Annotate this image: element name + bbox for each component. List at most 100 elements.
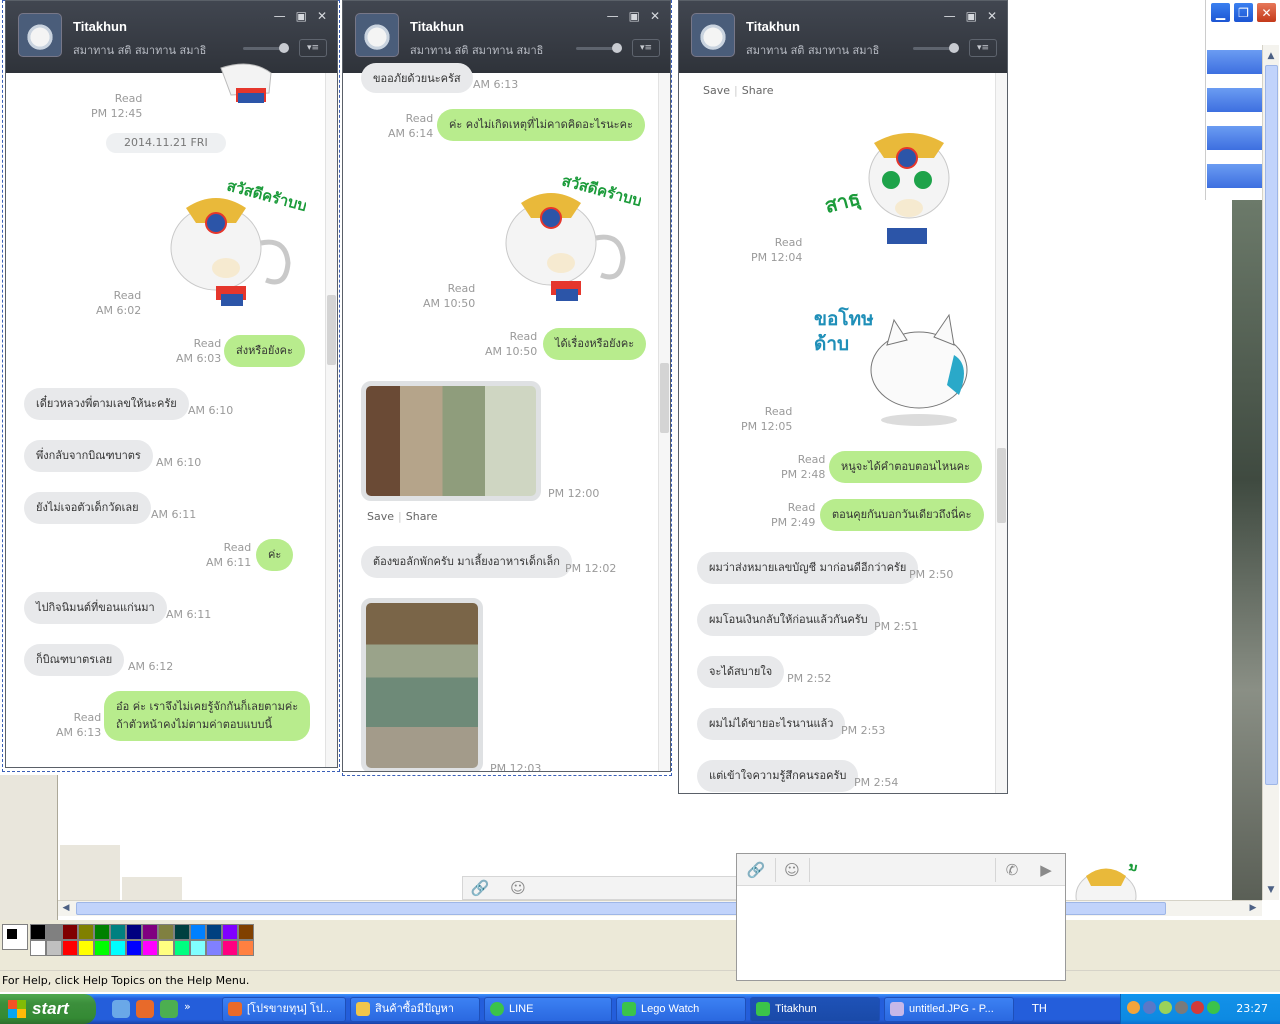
photo-children-eating[interactable]: [361, 598, 483, 771]
sticker-sorry-cat[interactable]: ขอโทษ ด้าบ: [809, 295, 974, 430]
color-swatch[interactable]: [78, 924, 94, 940]
start-button[interactable]: start: [0, 994, 96, 1024]
emoji-icon[interactable]: ☺: [781, 859, 803, 881]
color-swatch[interactable]: [158, 940, 174, 956]
close-icon[interactable]: ✕: [650, 9, 660, 23]
color-swatch[interactable]: [190, 940, 206, 956]
sticker-hanuman-pray[interactable]: สาธุ: [819, 118, 979, 258]
color-swatch[interactable]: [46, 940, 62, 956]
color-swatch[interactable]: [94, 940, 110, 956]
color-swatch[interactable]: [238, 924, 254, 940]
maximize-icon[interactable]: ▣: [966, 9, 977, 23]
scrollbar-thumb[interactable]: [660, 363, 669, 433]
color-swatch[interactable]: [94, 924, 110, 940]
color-swatch[interactable]: [126, 924, 142, 940]
color-swatch[interactable]: [30, 924, 46, 940]
color-swatch[interactable]: [62, 940, 78, 956]
slider-knob[interactable]: [612, 43, 622, 53]
restore-icon[interactable]: ❐: [1233, 2, 1254, 23]
scrollbar-thumb[interactable]: [1265, 65, 1278, 785]
message-bubble-in[interactable]: ต้องขอลักพักครับ มาเลี้ยงอาหารเด็กเล็ก: [361, 546, 572, 578]
menu-icon[interactable]: ▾≡: [969, 39, 997, 57]
scrollbar-thumb[interactable]: [997, 448, 1006, 523]
message-bubble-out[interactable]: หนูจะได้คำตอบตอนไหนคะ: [829, 451, 982, 483]
message-input[interactable]: [737, 887, 1065, 980]
color-swatch[interactable]: [142, 940, 158, 956]
avatar[interactable]: [355, 13, 399, 57]
minimize-icon[interactable]: —: [274, 9, 286, 23]
color-swatch[interactable]: [110, 924, 126, 940]
color-swatch[interactable]: [142, 924, 158, 940]
video-call-icon[interactable]: ▶: [1035, 859, 1057, 881]
taskbar-item[interactable]: สินค้าซื้อมีปัญหา: [350, 997, 480, 1022]
color-swatches[interactable]: [30, 924, 254, 956]
sticker-hanuman[interactable]: สวัสดีครัาบบ: [491, 163, 641, 308]
color-swatch[interactable]: [222, 924, 238, 940]
chevron-right-icon[interactable]: »: [184, 1000, 202, 1018]
menu-icon[interactable]: ▾≡: [299, 39, 327, 57]
color-swatch[interactable]: [30, 940, 46, 956]
volume-slider[interactable]: [576, 43, 622, 53]
message-bubble-in[interactable]: ไปกิจนิมนต์ที่ขอนแก่นมา: [24, 592, 167, 624]
save-link[interactable]: Save: [703, 84, 730, 97]
message-bubble-in[interactable]: ก็บิณฑบาตรเลย: [24, 644, 125, 676]
tray-icon[interactable]: [1127, 1001, 1140, 1014]
message-bubble-out[interactable]: ค่ะ คงไม่เกิดเหตุที่ไม่คาดคิดอะไรนะคะ: [437, 109, 645, 141]
sticker-hanuman[interactable]: สวัสดีครัาบบ: [156, 168, 306, 313]
message-bubble-out[interactable]: ได้เรื่องหรือยังคะ: [543, 328, 647, 360]
color-swatch[interactable]: [174, 940, 190, 956]
color-swatch[interactable]: [158, 924, 174, 940]
menu-icon[interactable]: ▾≡: [632, 39, 660, 57]
maximize-icon[interactable]: ▣: [629, 9, 640, 23]
maximize-icon[interactable]: ▣: [296, 9, 307, 23]
chrome-icon[interactable]: [160, 1000, 178, 1018]
save-link[interactable]: Save: [367, 510, 394, 523]
color-swatch[interactable]: [126, 940, 142, 956]
message-bubble-out[interactable]: ค่ะ: [256, 539, 294, 571]
firefox-icon[interactable]: [136, 1000, 154, 1018]
message-bubble-in[interactable]: ยังไม่เจอตัวเด็กวัดเลย: [24, 492, 151, 524]
share-link[interactable]: Share: [742, 84, 774, 97]
color-swatch[interactable]: [206, 924, 222, 940]
attach-icon[interactable]: 🔗: [469, 877, 491, 899]
message-bubble-out[interactable]: ส่งหรือยังคะ: [224, 335, 305, 367]
avatar[interactable]: [18, 13, 62, 57]
color-swatch[interactable]: [62, 924, 78, 940]
chat-scrollbar[interactable]: [325, 73, 337, 767]
taskbar-item[interactable]: LINE: [484, 997, 612, 1022]
tray-icon[interactable]: [1175, 1001, 1188, 1014]
message-bubble-in[interactable]: ผมว่าส่งหมายเลขบัญชี มาก่อนดีอีกว่าครัย: [697, 552, 919, 584]
scroll-right-icon[interactable]: ▶: [1245, 900, 1261, 916]
taskbar-item[interactable]: Lego Watch: [616, 997, 746, 1022]
message-bubble-out[interactable]: อ๋อ ค่ะ เราจึงไม่เคยรู้จักกันก็เลยตามค่ะ…: [104, 691, 311, 741]
color-swatch[interactable]: [238, 940, 254, 956]
scroll-up-icon[interactable]: ▲: [1263, 48, 1279, 64]
chat-scrollbar[interactable]: [658, 73, 670, 771]
security-icon[interactable]: [1191, 1001, 1204, 1014]
attach-icon[interactable]: 🔗: [745, 859, 767, 881]
color-swatch[interactable]: [110, 940, 126, 956]
scroll-left-icon[interactable]: ◀: [58, 900, 74, 916]
volume-slider[interactable]: [243, 43, 289, 53]
close-icon[interactable]: ✕: [987, 9, 997, 23]
color-swatch[interactable]: [222, 940, 238, 956]
scroll-down-icon[interactable]: ▼: [1263, 882, 1279, 898]
color-swatch[interactable]: [190, 924, 206, 940]
line-tray-icon[interactable]: [1207, 1001, 1220, 1014]
close-icon[interactable]: ✕: [1256, 2, 1277, 23]
tray-icon[interactable]: [1159, 1001, 1172, 1014]
slider-knob[interactable]: [949, 43, 959, 53]
phone-icon[interactable]: ✆: [1001, 859, 1023, 881]
message-bubble-in[interactable]: ผมไม่ได้ขายอะไรนานแล้ว: [697, 708, 846, 740]
message-bubble-in[interactable]: แต่เข้าใจความรู้สึกคนรอครับ: [697, 760, 859, 792]
message-bubble-in[interactable]: เดี๋ยวหลวงพี่ตามเลขให้นะครัย: [24, 388, 189, 420]
color-swatch[interactable]: [46, 924, 62, 940]
chat-scrollbar[interactable]: [995, 73, 1007, 793]
color-swatch[interactable]: [78, 940, 94, 956]
network-icon[interactable]: [1143, 1001, 1156, 1014]
photo-monk-children[interactable]: [361, 381, 541, 501]
minimize-icon[interactable]: —: [607, 9, 619, 23]
close-icon[interactable]: ✕: [317, 9, 327, 23]
taskbar-item[interactable]: [โปรขายทุน] โป...: [222, 997, 346, 1022]
color-swatch[interactable]: [174, 924, 190, 940]
